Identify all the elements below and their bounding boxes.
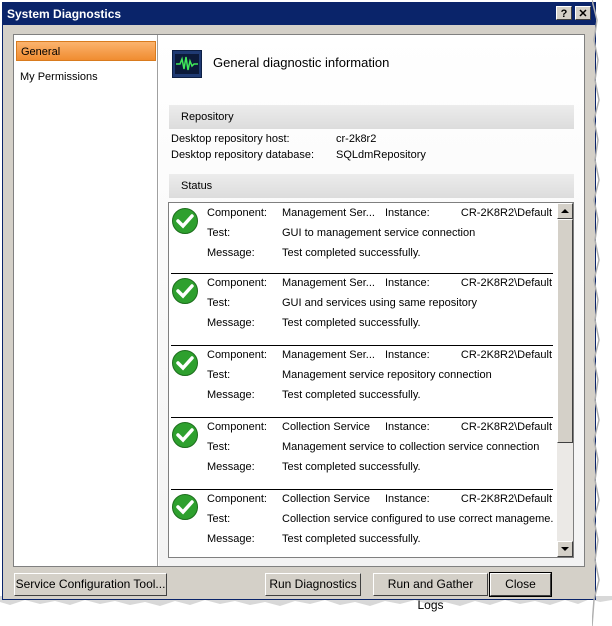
component-label: Component: [207, 493, 267, 505]
title-bar[interactable]: System Diagnostics ? ✕ [3, 3, 595, 25]
component-label: Component: [207, 207, 267, 219]
test-value: Collection service configured to use cor… [282, 513, 554, 525]
message-label: Message: [207, 533, 255, 545]
test-label: Test: [207, 441, 231, 453]
sidebar-item-general[interactable]: General [16, 41, 156, 61]
message-value: Test completed successfully. [282, 533, 421, 545]
success-check-icon [172, 208, 198, 234]
test-value: GUI and services using same repository [282, 297, 478, 309]
test-value: Management service repository connection [282, 369, 492, 381]
repository-database-value: SQLdmRepository [336, 149, 426, 161]
row-divider [171, 489, 553, 490]
repository-database-label: Desktop repository database: [171, 149, 315, 161]
component-label: Component: [207, 349, 267, 361]
test-value: Management service to collection service… [282, 441, 540, 453]
component-value: Management Ser... [282, 349, 374, 361]
sidebar-item-label: General [21, 46, 61, 58]
list-item[interactable]: Component: Management Ser... Instance: C… [169, 203, 557, 275]
component-label: Component: [207, 277, 267, 289]
component-value: Collection Service [282, 493, 371, 505]
row-divider [171, 417, 553, 418]
close-window-button[interactable]: ✕ [575, 6, 591, 20]
message-value: Test completed successfully. [282, 247, 421, 259]
success-check-icon [172, 422, 198, 448]
test-label: Test: [207, 297, 231, 309]
dialog-body: General My Permissions General diagnosti… [13, 34, 585, 567]
window-title: System Diagnostics [7, 7, 122, 21]
test-label: Test: [207, 227, 231, 239]
sidebar-nav: General My Permissions [14, 35, 158, 566]
message-value: Test completed successfully. [282, 317, 421, 329]
arrow-up-icon [561, 209, 569, 213]
success-check-icon [172, 350, 198, 376]
message-label: Message: [207, 461, 255, 473]
system-diagnostics-dialog: System Diagnostics ? ✕ General My Permis… [2, 2, 596, 612]
success-check-icon [172, 494, 198, 520]
instance-value: CR-2K8R2\Default [460, 493, 552, 505]
repository-section-header: Repository [169, 105, 574, 129]
torn-edge-right [592, 0, 600, 626]
run-diagnostics-button[interactable]: Run Diagnostics [265, 573, 361, 596]
arrow-down-icon [561, 547, 569, 551]
scroll-down-button[interactable] [557, 541, 573, 557]
list-item[interactable]: Component: Collection Service Instance: … [169, 489, 557, 557]
row-divider [171, 273, 553, 274]
instance-label: Instance: [385, 493, 430, 505]
status-section-header: Status [169, 174, 574, 198]
test-value: GUI to management service connection [282, 227, 476, 239]
message-label: Message: [207, 317, 255, 329]
instance-value: CR-2K8R2\Default [460, 421, 552, 433]
repository-host-label: Desktop repository host: [171, 133, 290, 145]
message-label: Message: [207, 247, 255, 259]
component-value: Management Ser... [282, 277, 374, 289]
sidebar-item-my-permissions[interactable]: My Permissions [16, 67, 156, 87]
instance-label: Instance: [385, 421, 430, 433]
scroll-up-button[interactable] [557, 203, 573, 219]
message-label: Message: [207, 389, 255, 401]
page-title: General diagnostic information [213, 55, 390, 70]
torn-edge-bottom [0, 596, 612, 606]
message-value: Test completed successfully. [282, 461, 421, 473]
test-label: Test: [207, 513, 231, 525]
monitor-waveform-icon [172, 50, 202, 78]
service-configuration-tool-button[interactable]: Service Configuration Tool... [14, 573, 167, 596]
instance-label: Instance: [385, 207, 430, 219]
row-divider [171, 345, 553, 346]
list-item[interactable]: Component: Management Ser... Instance: C… [169, 273, 557, 345]
component-label: Component: [207, 421, 267, 433]
instance-value: CR-2K8R2\Default [460, 349, 552, 361]
instance-label: Instance: [385, 349, 430, 361]
vertical-scrollbar[interactable] [557, 203, 573, 557]
run-and-gather-logs-button[interactable]: Run and Gather Logs [373, 573, 488, 612]
instance-value: CR-2K8R2\Default [460, 207, 552, 219]
instance-value: CR-2K8R2\Default [460, 277, 552, 289]
close-button[interactable]: Close [489, 572, 552, 597]
message-value: Test completed successfully. [282, 389, 421, 401]
component-value: Management Ser... [282, 207, 374, 219]
sidebar-item-label: My Permissions [20, 71, 98, 83]
help-button[interactable]: ? [556, 6, 572, 20]
status-list[interactable]: Component: Management Ser... Instance: C… [168, 202, 574, 558]
repository-host-value: cr-2k8r2 [336, 133, 377, 145]
instance-label: Instance: [385, 277, 430, 289]
component-value: Collection Service [282, 421, 371, 433]
list-item[interactable]: Component: Management Ser... Instance: C… [169, 345, 557, 417]
status-rows: Component: Management Ser... Instance: C… [169, 203, 557, 557]
general-panel: General diagnostic information Repositor… [159, 35, 584, 566]
list-item[interactable]: Component: Collection Service Instance: … [169, 417, 557, 489]
success-check-icon [172, 278, 198, 304]
scrollbar-thumb[interactable] [557, 219, 573, 443]
test-label: Test: [207, 369, 231, 381]
